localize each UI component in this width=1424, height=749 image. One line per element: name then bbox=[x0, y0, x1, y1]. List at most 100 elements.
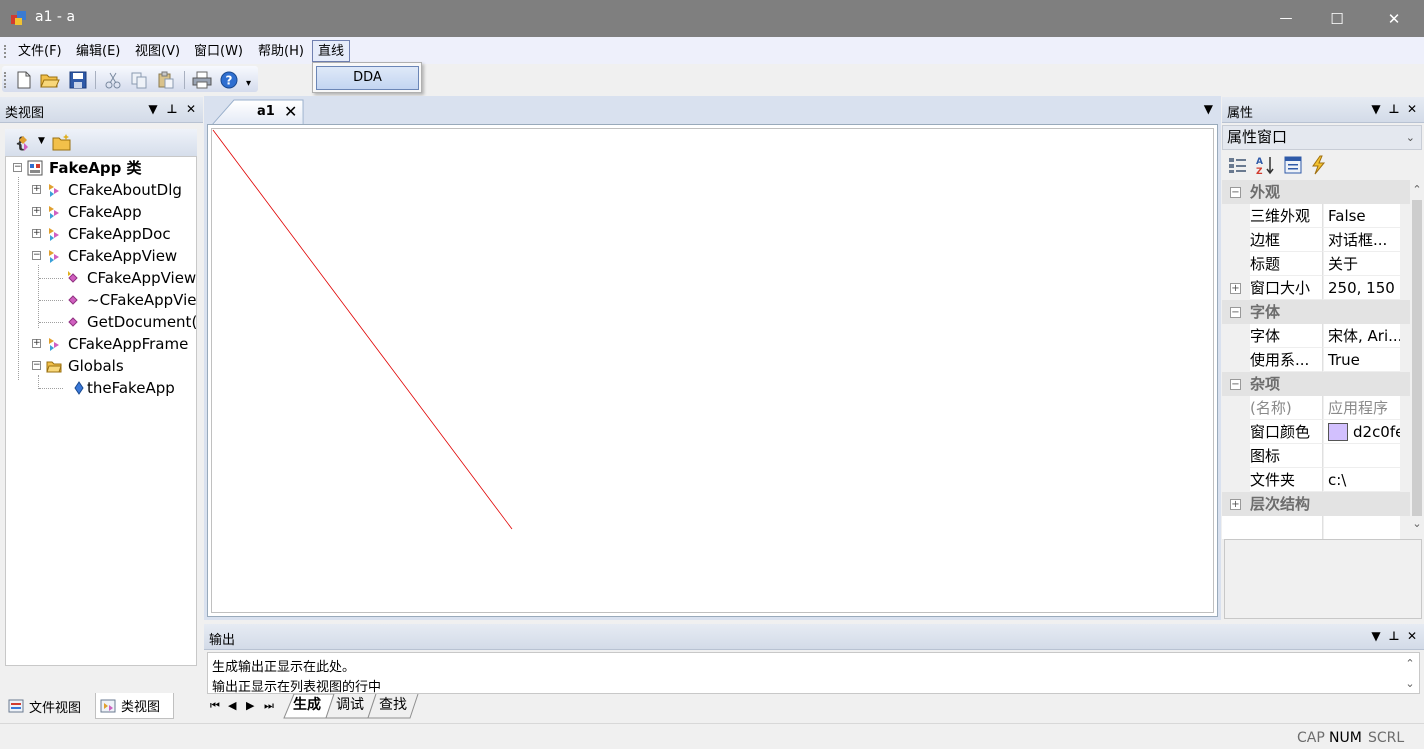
property-value[interactable]: d2c0fe bbox=[1324, 420, 1400, 444]
tree-expander[interactable]: + bbox=[32, 207, 41, 216]
toolbar-overflow-button[interactable]: ▾ bbox=[246, 78, 251, 89]
class-view-close-button[interactable]: ✕ bbox=[183, 101, 199, 117]
copy-button[interactable] bbox=[128, 69, 150, 91]
new-folder-icon[interactable] bbox=[52, 133, 72, 151]
help-button[interactable]: ? bbox=[218, 69, 240, 91]
property-row[interactable]: 使用系... True bbox=[1222, 348, 1410, 372]
class-view-pin-button[interactable]: ⊥ bbox=[164, 101, 180, 117]
property-category-misc[interactable]: − 杂项 bbox=[1222, 372, 1410, 396]
scroll-down-icon[interactable]: ⌄ bbox=[1410, 516, 1424, 532]
menu-edit[interactable]: 编辑(E) bbox=[70, 40, 126, 62]
previous-tab-icon[interactable]: ◀ bbox=[228, 699, 236, 712]
category-expander[interactable]: − bbox=[1230, 187, 1241, 198]
tree-expander[interactable]: + bbox=[32, 185, 41, 194]
cut-button[interactable] bbox=[102, 69, 124, 91]
scroll-down-icon[interactable]: ⌄ bbox=[1403, 677, 1417, 691]
output-dropdown-button[interactable]: ▼ bbox=[1368, 628, 1384, 644]
property-category-hierarchy[interactable]: + 层次结构 bbox=[1222, 492, 1410, 516]
print-button[interactable] bbox=[191, 69, 213, 91]
property-row[interactable]: (名称) 应用程序 bbox=[1222, 396, 1410, 420]
document-list-dropdown[interactable]: ▼ bbox=[1204, 102, 1213, 116]
output-vertical-scrollbar[interactable]: ⌃ ⌄ bbox=[1403, 654, 1417, 692]
property-value[interactable]: 250, 150 bbox=[1324, 276, 1400, 300]
tab-build[interactable]: 生成 bbox=[293, 694, 321, 718]
menu-item-dda[interactable]: DDA bbox=[316, 66, 419, 90]
property-value[interactable]: True bbox=[1324, 348, 1400, 372]
toolbar-grip[interactable] bbox=[4, 72, 6, 88]
menu-bar: 文件(F) 编辑(E) 视图(V) 窗口(W) 帮助(H) 直线 bbox=[0, 37, 1424, 64]
close-tab-icon[interactable]: ✕ bbox=[284, 102, 297, 121]
output-close-button[interactable]: ✕ bbox=[1404, 628, 1420, 644]
property-value[interactable] bbox=[1324, 444, 1400, 468]
chevron-down-icon[interactable]: ⌄ bbox=[1406, 126, 1415, 149]
last-tab-icon[interactable]: ⏭ bbox=[264, 699, 274, 713]
property-row[interactable]: + 窗口大小 250, 150 bbox=[1222, 276, 1410, 300]
alphabetical-icon[interactable]: AZ bbox=[1255, 155, 1277, 175]
property-category-appearance[interactable]: − 外观 bbox=[1222, 180, 1410, 204]
menu-line[interactable]: 直线 bbox=[312, 40, 351, 62]
scroll-up-icon[interactable]: ⌃ bbox=[1403, 657, 1417, 671]
document-tab-a1[interactable]: a1 ✕ bbox=[212, 99, 304, 125]
sort-dropdown-icon[interactable]: ▼ bbox=[38, 136, 45, 146]
sort-icon[interactable]: { bbox=[15, 133, 33, 151]
save-button[interactable] bbox=[67, 69, 89, 91]
properties-pin-button[interactable]: ⊥ bbox=[1386, 101, 1402, 117]
properties-dropdown-button[interactable]: ▼ bbox=[1368, 101, 1384, 117]
output-text-area[interactable]: 生成输出正显示在此处。 输出正显示在列表视图的行中 ⌃ ⌄ bbox=[207, 652, 1420, 695]
property-row[interactable]: 窗口颜色 d2c0fe bbox=[1222, 420, 1410, 444]
tab-debug[interactable]: 调试 bbox=[336, 694, 364, 718]
drawing-canvas[interactable] bbox=[211, 128, 1214, 613]
tree-expander[interactable]: − bbox=[32, 361, 41, 370]
menu-file[interactable]: 文件(F) bbox=[12, 40, 68, 62]
menu-help[interactable]: 帮助(H) bbox=[252, 40, 310, 62]
property-row[interactable]: 标题 关于 bbox=[1222, 252, 1410, 276]
output-pin-button[interactable]: ⊥ bbox=[1386, 628, 1402, 644]
class-view-dropdown-button[interactable]: ▼ bbox=[145, 101, 161, 117]
property-row[interactable]: 边框 对话框... bbox=[1222, 228, 1410, 252]
property-row[interactable]: 图标 bbox=[1222, 444, 1410, 468]
category-expander[interactable]: + bbox=[1230, 499, 1241, 510]
scroll-up-icon[interactable]: ⌃ bbox=[1410, 182, 1424, 198]
open-button[interactable] bbox=[39, 69, 61, 91]
properties-vertical-scrollbar[interactable]: ⌃ ⌄ bbox=[1410, 180, 1424, 534]
tab-file-view[interactable]: 文件视图 bbox=[4, 693, 85, 719]
properties-object-combo[interactable]: 属性窗口 ⌄ bbox=[1222, 125, 1422, 150]
property-pages-icon[interactable] bbox=[1284, 156, 1302, 174]
category-expander[interactable]: − bbox=[1230, 307, 1241, 318]
properties-close-button[interactable]: ✕ bbox=[1404, 101, 1420, 117]
property-row[interactable]: 三维外观 False bbox=[1222, 204, 1410, 228]
property-value[interactable]: 宋体, Ari... bbox=[1324, 324, 1400, 348]
tab-find[interactable]: 查找 bbox=[379, 694, 407, 718]
new-button[interactable] bbox=[13, 69, 35, 91]
property-value[interactable]: False bbox=[1324, 204, 1400, 228]
close-button[interactable]: ✕ bbox=[1371, 0, 1417, 37]
menu-grip[interactable] bbox=[4, 45, 6, 58]
minimize-button[interactable]: — bbox=[1263, 0, 1309, 37]
menu-window[interactable]: 窗口(W) bbox=[188, 40, 249, 62]
paste-button[interactable] bbox=[155, 69, 177, 91]
property-value[interactable]: 应用程序 bbox=[1324, 396, 1400, 420]
scroll-thumb[interactable] bbox=[1412, 200, 1422, 516]
first-tab-icon[interactable]: ⏮ bbox=[210, 699, 220, 713]
property-value[interactable]: c:\ bbox=[1324, 468, 1400, 492]
property-value[interactable]: 关于 bbox=[1324, 252, 1400, 276]
class-tree[interactable]: − FakeApp 类 + CFakeAboutDlg + CFakeApp +… bbox=[5, 156, 197, 666]
tab-class-view[interactable]: 类视图 bbox=[95, 693, 174, 719]
color-swatch[interactable] bbox=[1328, 423, 1348, 441]
maximize-button[interactable]: ☐ bbox=[1314, 0, 1360, 37]
tree-expander[interactable]: + bbox=[32, 339, 41, 348]
next-tab-icon[interactable]: ▶ bbox=[246, 699, 254, 712]
menu-view[interactable]: 视图(V) bbox=[129, 40, 186, 62]
tree-expander[interactable]: + bbox=[32, 229, 41, 238]
events-icon[interactable] bbox=[1310, 155, 1326, 175]
category-expander[interactable]: − bbox=[1230, 379, 1241, 390]
tree-expander[interactable]: − bbox=[32, 251, 41, 260]
property-expander[interactable]: + bbox=[1230, 283, 1241, 294]
tree-expander[interactable]: − bbox=[13, 163, 22, 172]
method-icon bbox=[68, 295, 78, 305]
categorized-icon[interactable] bbox=[1228, 156, 1248, 174]
property-row[interactable]: 文件夹 c:\ bbox=[1222, 468, 1410, 492]
property-category-font[interactable]: − 字体 bbox=[1222, 300, 1410, 324]
property-value[interactable]: 对话框... bbox=[1324, 228, 1400, 252]
property-row[interactable]: 字体 宋体, Ari... bbox=[1222, 324, 1410, 348]
